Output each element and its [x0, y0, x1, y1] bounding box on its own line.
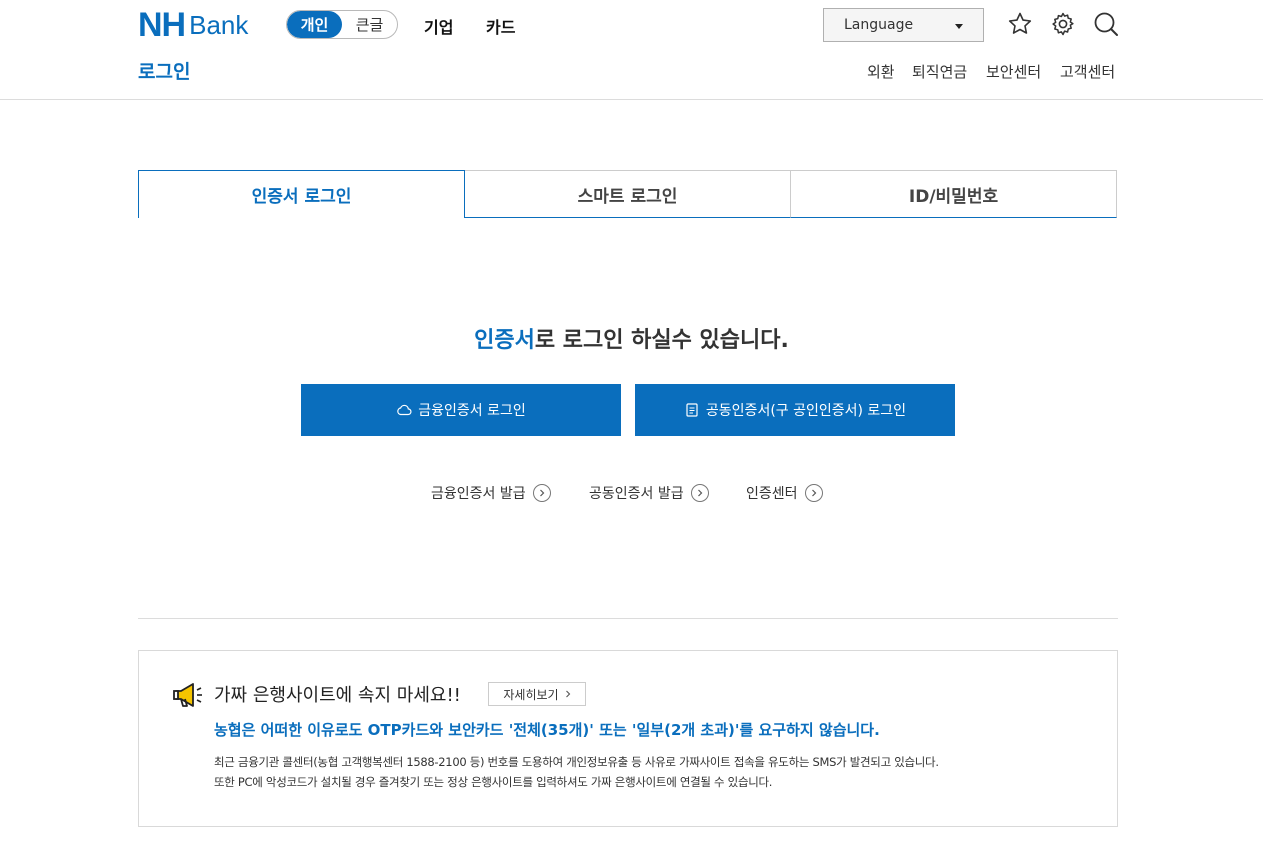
chevron-right-icon [804, 484, 823, 502]
nh-bank-logo[interactable]: NH Bank [138, 6, 249, 44]
chevron-right-icon [532, 484, 551, 502]
personal-largetext-toggle: 개인 큰글 [286, 10, 398, 39]
language-label: Language [844, 17, 914, 33]
view-details-button[interactable]: 자세히보기 [488, 682, 586, 706]
tab-certificate-login[interactable]: 인증서 로그인 [138, 170, 465, 218]
notice-alert: 농협은 어떠한 이유로도 OTP카드와 보안카드 '전체(35개)' 또는 '일… [214, 721, 880, 739]
nav-corporate[interactable]: 기업 [424, 14, 453, 38]
notice-body-line-1: 최근 금융기관 콜센터(농협 고객행복센터 1588-2100 등) 번호를 도… [214, 755, 939, 769]
toggle-large-text[interactable]: 큰글 [342, 11, 397, 38]
subnav-pension[interactable]: 퇴직연금 [912, 61, 967, 82]
document-icon [686, 403, 698, 417]
tab-id-password[interactable]: ID/비밀번호 [791, 170, 1117, 218]
joint-certificate-issue-label: 공동인증서 발급 [589, 486, 684, 502]
certificate-center-label: 인증센터 [746, 486, 798, 502]
login-tabs: 인증서 로그인 스마트 로그인 ID/비밀번호 [138, 170, 1117, 218]
subnav-security-center[interactable]: 보안센터 [986, 61, 1041, 82]
joint-certificate-login-button[interactable]: 공동인증서(구 공인인증서) 로그인 [635, 384, 955, 436]
notice-body: 최근 금융기관 콜센터(농협 고객행복센터 1588-2100 등) 번호를 도… [214, 752, 939, 792]
certificate-center-link[interactable]: 인증센터 [746, 483, 823, 503]
subnav-customer-center[interactable]: 고객센터 [1060, 61, 1115, 82]
gear-icon[interactable] [1050, 11, 1076, 37]
joint-certificate-issue-link[interactable]: 공동인증서 발급 [589, 483, 709, 503]
joint-certificate-login-label: 공동인증서(구 공인인증서) 로그인 [705, 403, 907, 419]
financial-certificate-issue-label: 금융인증서 발급 [431, 486, 526, 502]
chevron-right-icon [565, 690, 570, 698]
toggle-personal[interactable]: 개인 [287, 11, 342, 38]
tab-smart-login[interactable]: 스마트 로그인 [465, 170, 791, 218]
subnav-forex[interactable]: 외환 [867, 61, 895, 82]
language-select[interactable]: Language [823, 8, 984, 42]
header: NH Bank 개인 큰글 기업 카드 Language 로그인 외환 퇴직연금… [0, 0, 1263, 100]
search-icon[interactable] [1093, 11, 1119, 37]
caret-down-icon [955, 24, 963, 29]
view-details-label: 자세히보기 [503, 687, 559, 702]
login-headline: 인증서로 로그인 하실수 있습니다. [0, 322, 1263, 354]
nav-card[interactable]: 카드 [486, 14, 515, 38]
divider [138, 618, 1118, 619]
headline-text: 로 로그인 하실수 있습니다. [534, 328, 789, 353]
logo-bank: Bank [189, 10, 249, 40]
star-icon[interactable] [1007, 11, 1033, 37]
notice-title: 가짜 은행사이트에 속지 마세요!! [214, 685, 461, 706]
headline-emphasis: 인증서 [474, 328, 535, 353]
page-title: 로그인 [138, 61, 191, 83]
chevron-right-icon [690, 484, 709, 502]
notice-body-line-2: 또한 PC에 악성코드가 설치될 경우 즐겨찾기 또는 정상 은행사이트를 입력… [214, 775, 773, 789]
megaphone-icon [173, 683, 202, 707]
phishing-notice: 가짜 은행사이트에 속지 마세요!! 자세히보기 농협은 어떠한 이유로도 OT… [138, 650, 1118, 827]
financial-certificate-login-button[interactable]: 금융인증서 로그인 [301, 384, 621, 436]
financial-certificate-issue-link[interactable]: 금융인증서 발급 [431, 483, 551, 503]
cloud-icon [397, 404, 412, 416]
logo-nh: NH [138, 6, 186, 44]
financial-certificate-login-label: 금융인증서 로그인 [418, 403, 526, 419]
